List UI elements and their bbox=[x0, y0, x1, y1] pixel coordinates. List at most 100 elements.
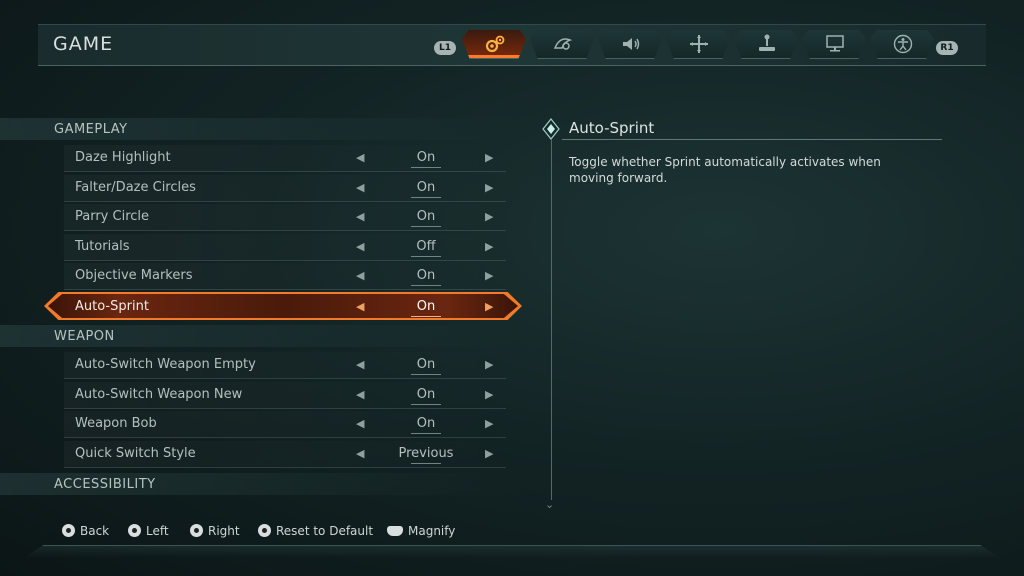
hint-right-label: Right bbox=[208, 524, 240, 538]
value-underline bbox=[411, 374, 441, 375]
circle-button-icon bbox=[62, 524, 75, 537]
arrow-right-icon[interactable]: ▶ bbox=[485, 300, 493, 313]
value-underline bbox=[411, 197, 441, 198]
arrow-left-icon[interactable]: ◀ bbox=[356, 269, 364, 282]
setting-value-text: On bbox=[416, 416, 436, 431]
touchpad-icon bbox=[387, 526, 403, 536]
setting-value-text: On bbox=[416, 180, 436, 195]
setting-value-text: On bbox=[416, 357, 436, 372]
description-title: Auto-Sprint bbox=[569, 119, 655, 137]
arrow-right-icon[interactable]: ▶ bbox=[485, 151, 493, 164]
setting-label: Parry Circle bbox=[75, 209, 150, 224]
section-accessibility: ACCESSIBILITY bbox=[0, 473, 520, 495]
setting-value-text: Off bbox=[416, 239, 436, 254]
tab-controls[interactable] bbox=[530, 30, 594, 59]
value-underline bbox=[411, 226, 441, 227]
arrow-right-icon[interactable]: ▶ bbox=[485, 388, 493, 401]
section-weapon: WEAPON bbox=[0, 325, 520, 347]
tab-accessibility[interactable] bbox=[870, 30, 934, 59]
setting-label: Auto-Switch Weapon New bbox=[75, 387, 243, 402]
right-stick-icon bbox=[190, 524, 203, 537]
setting-row-quick-switch-style[interactable]: Quick Switch Style ◀ Previous ▶ bbox=[64, 441, 506, 468]
accessibility-icon bbox=[893, 34, 913, 54]
setting-value: On bbox=[380, 268, 472, 286]
arrow-left-icon[interactable]: ◀ bbox=[356, 447, 364, 460]
setting-value-text: On bbox=[416, 387, 436, 402]
left-bumper-hint[interactable]: L1 bbox=[434, 41, 456, 55]
hint-left[interactable]: Left bbox=[128, 524, 169, 538]
arrow-left-icon[interactable]: ◀ bbox=[356, 388, 364, 401]
setting-row-tutorials[interactable]: Tutorials ◀ Off ▶ bbox=[64, 234, 506, 261]
tab-game[interactable] bbox=[462, 30, 526, 59]
arrow-right-icon[interactable]: ▶ bbox=[485, 417, 493, 430]
setting-label: Falter/Daze Circles bbox=[75, 180, 196, 195]
setting-value: On bbox=[380, 357, 472, 375]
arrow-right-icon[interactable]: ▶ bbox=[485, 210, 493, 223]
page-title: GAME bbox=[53, 33, 114, 55]
setting-value: On bbox=[380, 299, 472, 317]
setting-row-objective-markers[interactable]: Objective Markers ◀ On ▶ bbox=[64, 263, 506, 290]
gears-icon bbox=[485, 35, 505, 53]
arrow-left-icon[interactable]: ◀ bbox=[356, 151, 364, 164]
hint-right[interactable]: Right bbox=[190, 524, 240, 538]
arrow-left-icon[interactable]: ◀ bbox=[356, 181, 364, 194]
setting-label: Daze Highlight bbox=[75, 150, 171, 165]
arrow-left-icon[interactable]: ◀ bbox=[356, 210, 364, 223]
hint-reset[interactable]: Reset to Default bbox=[258, 524, 373, 538]
arrow-left-icon[interactable]: ◀ bbox=[356, 240, 364, 253]
setting-value-text: On bbox=[416, 268, 436, 283]
section-gameplay: GAMEPLAY bbox=[0, 118, 520, 140]
controller-swirl-icon bbox=[553, 38, 573, 50]
section-gameplay-label: GAMEPLAY bbox=[54, 122, 128, 137]
setting-value-text: On bbox=[416, 299, 436, 314]
hint-back-label: Back bbox=[80, 524, 110, 538]
section-accessibility-label: ACCESSIBILITY bbox=[54, 477, 156, 492]
setting-value: On bbox=[380, 209, 472, 227]
setting-value: On bbox=[380, 416, 472, 434]
arrow-right-icon[interactable]: ▶ bbox=[485, 240, 493, 253]
setting-value: On bbox=[380, 387, 472, 405]
description-divider bbox=[551, 140, 552, 500]
arrow-right-icon[interactable]: ▶ bbox=[485, 358, 493, 371]
description-text: Toggle whether Sprint automatically acti… bbox=[569, 155, 881, 185]
hint-magnify[interactable]: Magnify bbox=[387, 524, 455, 538]
value-underline bbox=[411, 167, 441, 168]
tab-crosshair[interactable] bbox=[666, 30, 730, 59]
setting-row-daze-highlight[interactable]: Daze Highlight ◀ On ▶ bbox=[64, 145, 506, 172]
arrow-left-icon[interactable]: ◀ bbox=[356, 417, 364, 430]
value-underline bbox=[411, 285, 441, 286]
setting-value: On bbox=[380, 150, 472, 168]
arrow-right-icon[interactable]: ▶ bbox=[485, 181, 493, 194]
tab-audio[interactable] bbox=[598, 30, 662, 59]
speaker-icon bbox=[623, 38, 640, 50]
left-stick-icon bbox=[128, 524, 141, 537]
crosshair-icon bbox=[690, 35, 708, 53]
tab-input[interactable] bbox=[734, 30, 798, 59]
arrow-right-icon[interactable]: ▶ bbox=[485, 447, 493, 460]
l3-button-icon bbox=[258, 524, 271, 537]
joystick-icon bbox=[759, 34, 775, 51]
arrow-left-icon[interactable]: ◀ bbox=[356, 358, 364, 371]
setting-row-parry-circle[interactable]: Parry Circle ◀ On ▶ bbox=[64, 204, 506, 231]
right-bumper-hint[interactable]: R1 bbox=[936, 41, 958, 55]
hint-reset-label: Reset to Default bbox=[276, 524, 374, 538]
value-underline bbox=[411, 256, 441, 257]
setting-row-auto-sprint[interactable]: Auto-Sprint ◀ On ▶ bbox=[48, 294, 518, 318]
hint-left-label: Left bbox=[146, 524, 169, 538]
setting-label: Quick Switch Style bbox=[75, 446, 196, 461]
setting-row-auto-switch-weapon-new[interactable]: Auto-Switch Weapon New ◀ On ▶ bbox=[64, 382, 506, 409]
setting-value: On bbox=[380, 180, 472, 198]
setting-value: Off bbox=[380, 239, 472, 257]
setting-value-text: Previous bbox=[398, 446, 454, 461]
setting-label: Auto-Switch Weapon Empty bbox=[75, 357, 256, 372]
arrow-left-icon[interactable]: ◀ bbox=[356, 300, 364, 313]
footer-frame bbox=[24, 545, 1000, 558]
setting-row-weapon-bob[interactable]: Weapon Bob ◀ On ▶ bbox=[64, 411, 506, 438]
value-underline bbox=[411, 433, 441, 434]
tab-display[interactable] bbox=[802, 30, 866, 59]
setting-row-auto-switch-weapon-empty[interactable]: Auto-Switch Weapon Empty ◀ On ▶ bbox=[64, 352, 506, 379]
value-underline bbox=[411, 316, 441, 317]
hint-back[interactable]: Back bbox=[62, 524, 109, 538]
arrow-right-icon[interactable]: ▶ bbox=[485, 269, 493, 282]
setting-row-falter-daze-circles[interactable]: Falter/Daze Circles ◀ On ▶ bbox=[64, 175, 506, 202]
